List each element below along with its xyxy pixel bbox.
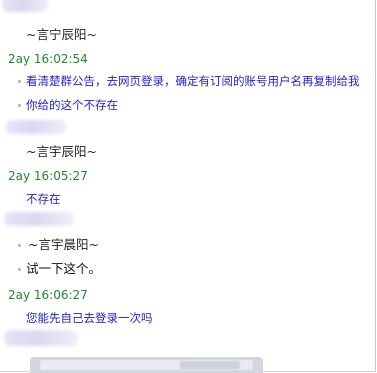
redacted-avatar [4, 212, 74, 226]
message-text[interactable]: 试一下这个。 [26, 260, 101, 278]
message-timestamp: 2ay 16:06:27 [8, 288, 88, 302]
message-text[interactable]: 不存在 [26, 190, 61, 208]
chat-log-frame: ~言宁辰阳~ 2ay 16:02:54 看清楚群公告，去网页登录，确定有订阅的账… [0, 0, 376, 373]
sender-name: ~言宁辰阳~ [26, 27, 97, 42]
bullet-icon [18, 244, 21, 247]
image-attachment[interactable] [30, 357, 263, 373]
message-text[interactable]: 您能先自己去登录一次吗 [26, 309, 153, 327]
message-timestamp: 2ay 16:05:27 [8, 169, 88, 183]
redacted-avatar [6, 120, 66, 134]
message-text[interactable]: 看清楚群公告，去网页登录，确定有订阅的账号用户名再复制给我 [26, 72, 360, 90]
redacted-avatar [2, 0, 48, 12]
sender-name: ~言宇辰阳~ [26, 144, 97, 159]
bullet-icon [18, 268, 21, 271]
message-text[interactable]: 你给的这个不存在 [26, 96, 118, 114]
bullet-icon [18, 104, 21, 107]
bullet-icon [18, 80, 21, 83]
sender-name: ~言宇晨阳~ [28, 237, 99, 252]
redacted-avatar [4, 330, 78, 346]
message-timestamp: 2ay 16:02:54 [8, 52, 88, 66]
